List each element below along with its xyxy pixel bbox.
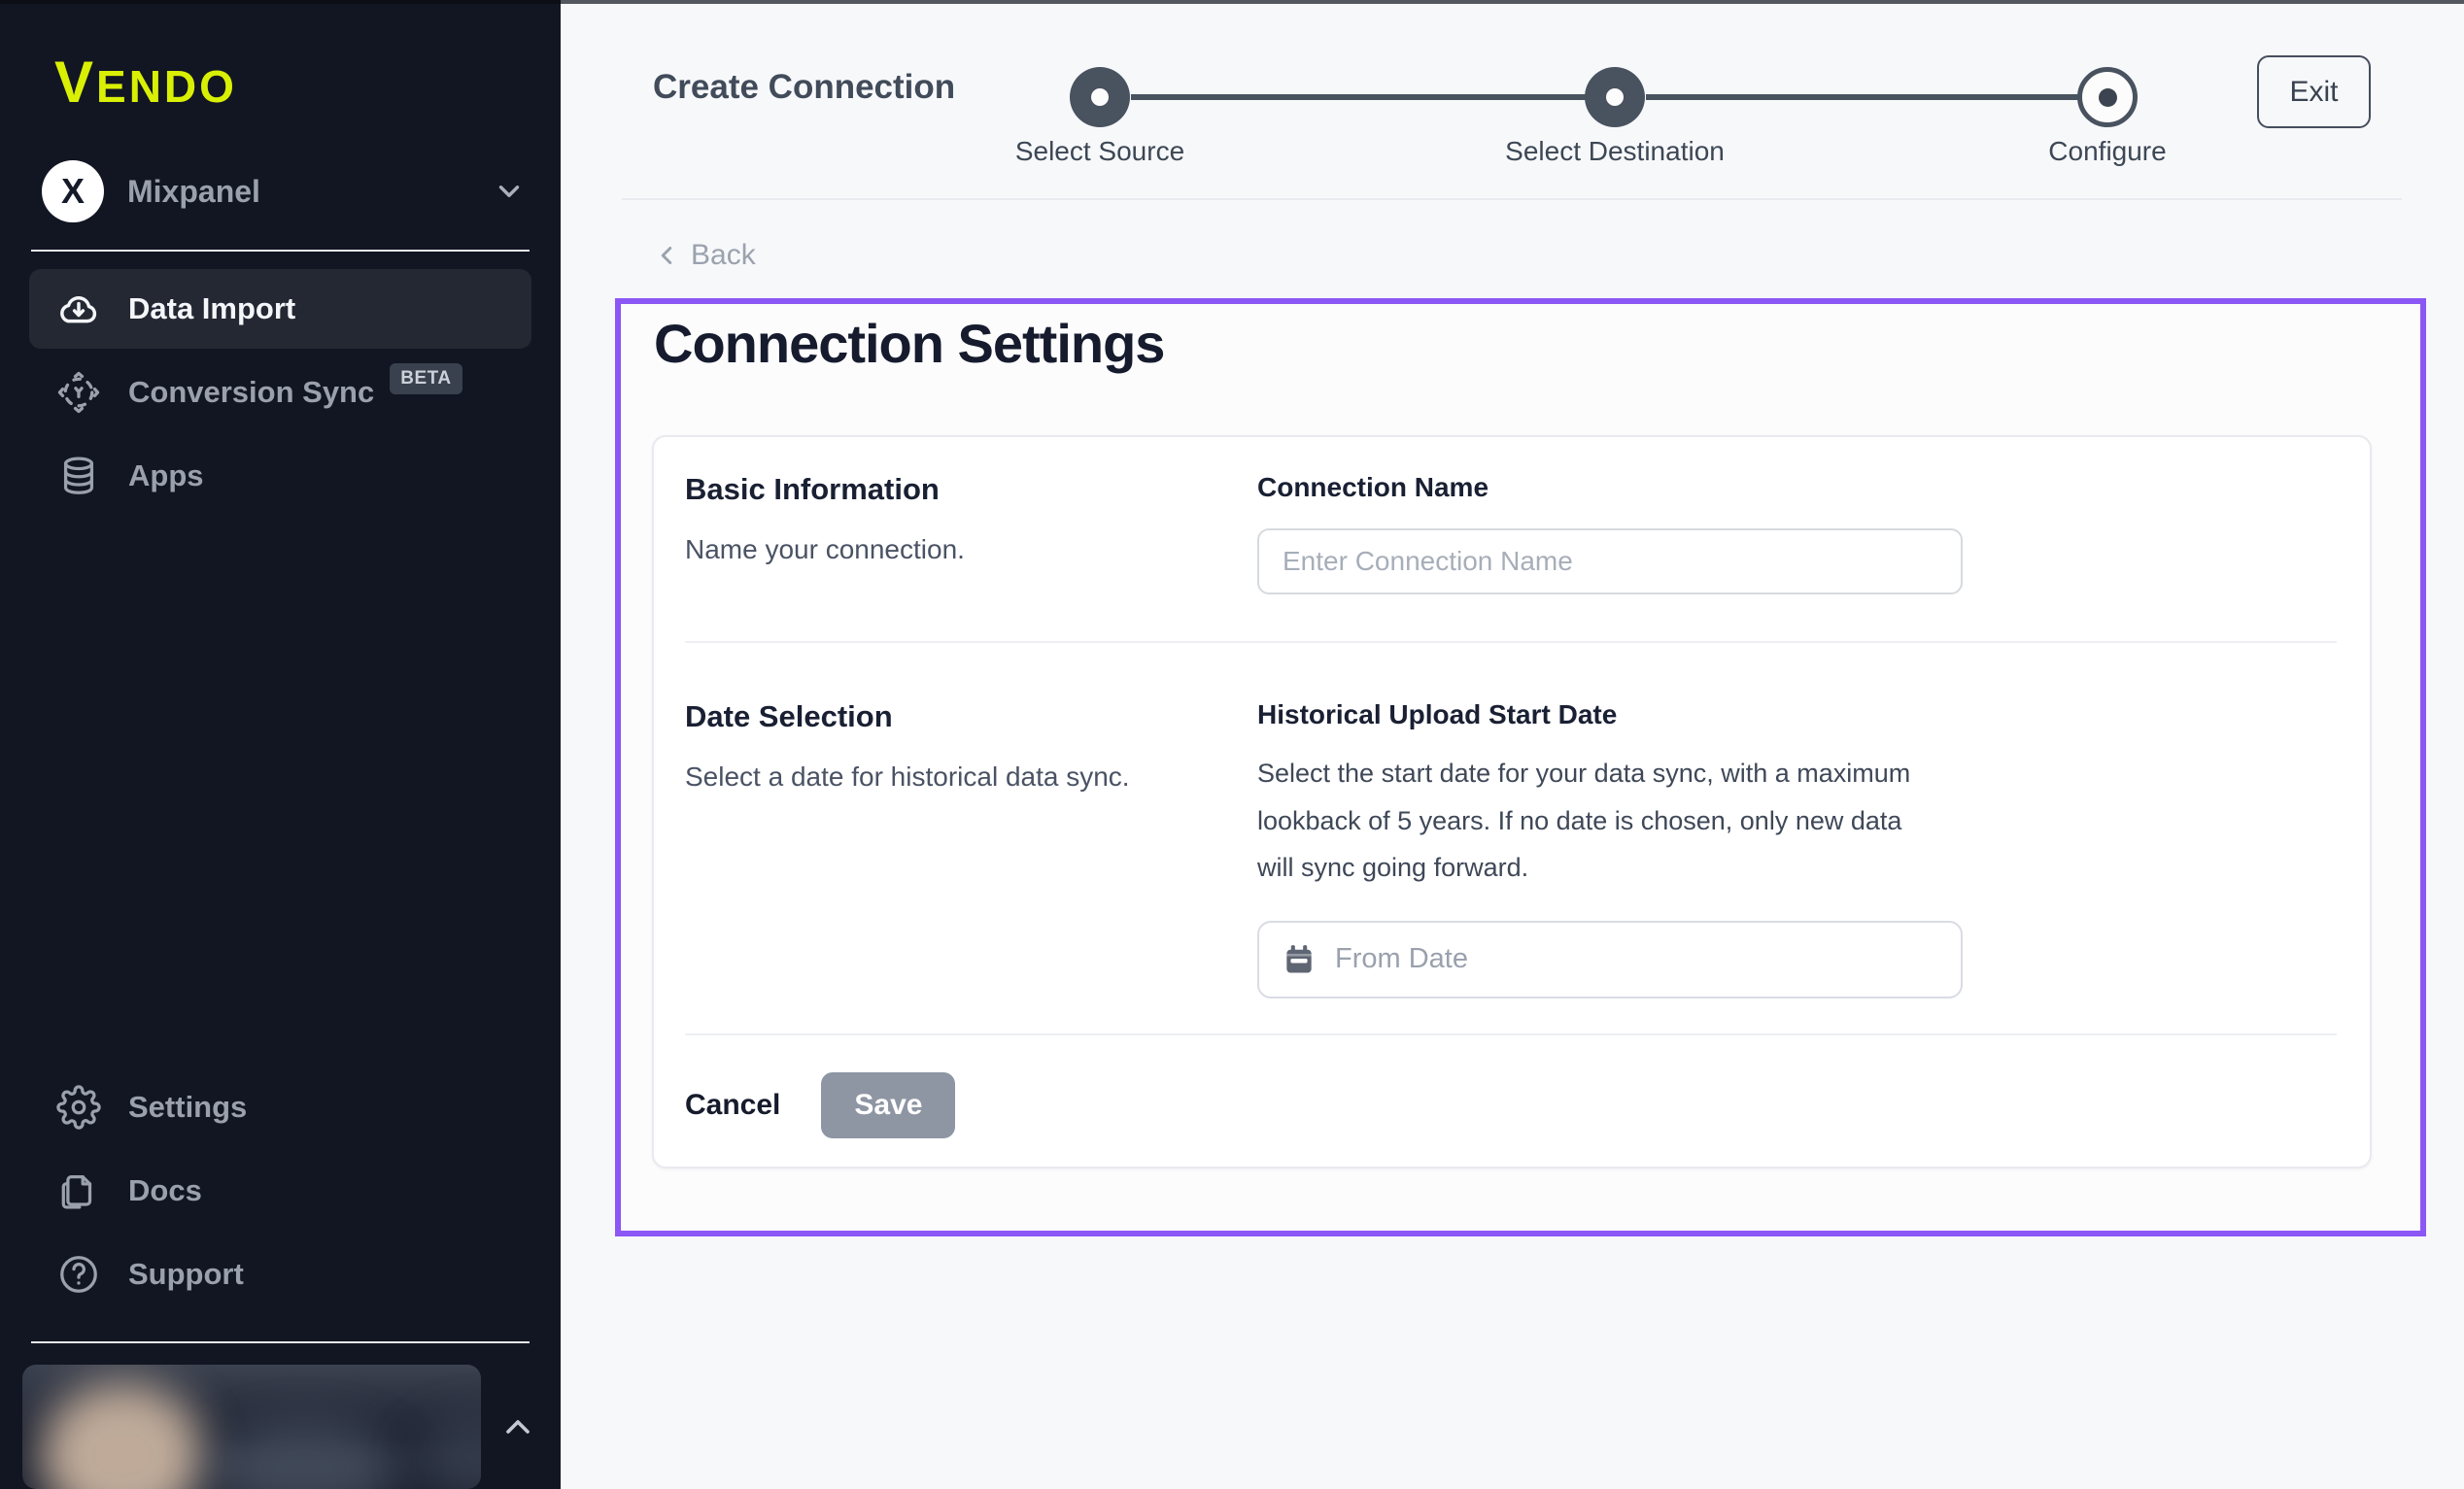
sidebar-nav: Data Import Conversion Sync BETA xyxy=(0,269,561,516)
exit-button[interactable]: Exit xyxy=(2257,55,2371,128)
step-label-configure: Configure xyxy=(2048,136,2166,167)
account-text-blur-2 xyxy=(411,1418,481,1489)
sidebar-item-settings[interactable]: Settings xyxy=(29,1067,531,1147)
section-heading: Date Selection xyxy=(685,699,1257,734)
header-divider xyxy=(622,198,2402,200)
date-selection-section: Date Selection Select a date for histori… xyxy=(654,643,2370,1033)
basic-information-right: Connection Name xyxy=(1257,472,2337,641)
workspace-switcher[interactable]: X Mixpanel xyxy=(42,160,526,222)
chevron-up-icon[interactable] xyxy=(498,1407,537,1446)
basic-information-left: Basic Information Name your connection. xyxy=(685,472,1257,641)
step-label-select-source: Select Source xyxy=(1015,136,1184,167)
connection-settings-panel: Connection Settings Basic Information Na… xyxy=(615,298,2426,1236)
account-menu[interactable] xyxy=(22,1365,481,1489)
vendo-logo: VENDO xyxy=(54,49,561,116)
account-row xyxy=(22,1365,541,1489)
sidebar-item-support[interactable]: Support xyxy=(29,1235,531,1314)
page-title: Create Connection xyxy=(653,68,955,107)
window-top-strip-sidebar xyxy=(0,0,561,4)
start-date-help-text: Select the start date for your data sync… xyxy=(1257,750,1928,892)
beta-badge: BETA xyxy=(390,363,462,394)
sidebar-item-label: Conversion Sync xyxy=(128,375,374,410)
back-link[interactable]: Back xyxy=(652,239,756,272)
sidebar-divider xyxy=(31,250,530,252)
account-text-blur xyxy=(207,1423,401,1489)
sidebar: VENDO X Mixpanel Data Import xyxy=(0,0,561,1489)
workspace-name: Mixpanel xyxy=(127,174,260,210)
sidebar-item-conversion-sync[interactable]: Conversion Sync BETA xyxy=(29,353,531,432)
sidebar-footer-divider xyxy=(31,1341,530,1343)
sidebar-item-label: Apps xyxy=(128,458,204,493)
sidebar-footer: Settings Docs xyxy=(0,1067,561,1489)
sidebar-item-label: Docs xyxy=(128,1173,202,1208)
section-description: Select a date for historical data sync. xyxy=(685,761,1257,793)
from-date-field[interactable] xyxy=(1257,921,1963,998)
connection-name-label: Connection Name xyxy=(1257,472,2337,503)
document-icon xyxy=(56,1168,101,1213)
save-button[interactable]: Save xyxy=(821,1072,955,1138)
step-label-select-destination: Select Destination xyxy=(1505,136,1725,167)
sidebar-item-label: Support xyxy=(128,1257,244,1292)
sidebar-item-label: Settings xyxy=(128,1090,247,1125)
start-date-label: Historical Upload Start Date xyxy=(1257,699,2337,730)
from-date-input[interactable] xyxy=(1335,943,1939,975)
section-heading: Basic Information xyxy=(685,472,1257,507)
chevron-left-icon xyxy=(652,241,681,270)
panel-title: Connection Settings xyxy=(654,312,1164,375)
database-icon xyxy=(56,454,101,498)
sidebar-item-docs[interactable]: Docs xyxy=(29,1151,531,1231)
sync-arrows-icon xyxy=(56,370,101,415)
sidebar-item-label: Data Import xyxy=(128,291,295,326)
card-footer: Cancel Save xyxy=(654,1035,2370,1138)
sidebar-footer-nav: Settings Docs xyxy=(0,1067,561,1314)
step-indicator-select-destination xyxy=(1585,67,1645,127)
step-connector xyxy=(1646,94,2079,100)
step-indicator-select-source xyxy=(1070,67,1130,127)
question-icon xyxy=(56,1252,101,1297)
gear-icon xyxy=(56,1085,101,1130)
date-selection-left: Date Selection Select a date for histori… xyxy=(685,699,1257,1033)
cancel-button[interactable]: Cancel xyxy=(685,1089,780,1122)
calendar-icon xyxy=(1281,941,1318,978)
step-indicator-configure xyxy=(2077,67,2138,127)
app-root: VENDO X Mixpanel Data Import xyxy=(0,0,2464,1489)
section-description: Name your connection. xyxy=(685,534,1257,565)
basic-information-section: Basic Information Name your connection. … xyxy=(654,437,2370,641)
date-selection-right: Historical Upload Start Date Select the … xyxy=(1257,699,2337,1033)
step-connector xyxy=(1131,94,1586,100)
sidebar-item-apps[interactable]: Apps xyxy=(29,436,531,516)
account-avatar-blur xyxy=(40,1382,205,1489)
mixpanel-logo-icon: X xyxy=(42,160,104,222)
cloud-download-icon xyxy=(56,287,101,331)
back-label: Back xyxy=(691,239,756,272)
sidebar-item-data-import[interactable]: Data Import xyxy=(29,269,531,349)
chevron-down-icon xyxy=(493,175,526,208)
connection-name-input[interactable] xyxy=(1257,528,1963,594)
settings-card: Basic Information Name your connection. … xyxy=(652,435,2372,1168)
main-content: Create Connection Select Source Select D… xyxy=(561,0,2464,1489)
